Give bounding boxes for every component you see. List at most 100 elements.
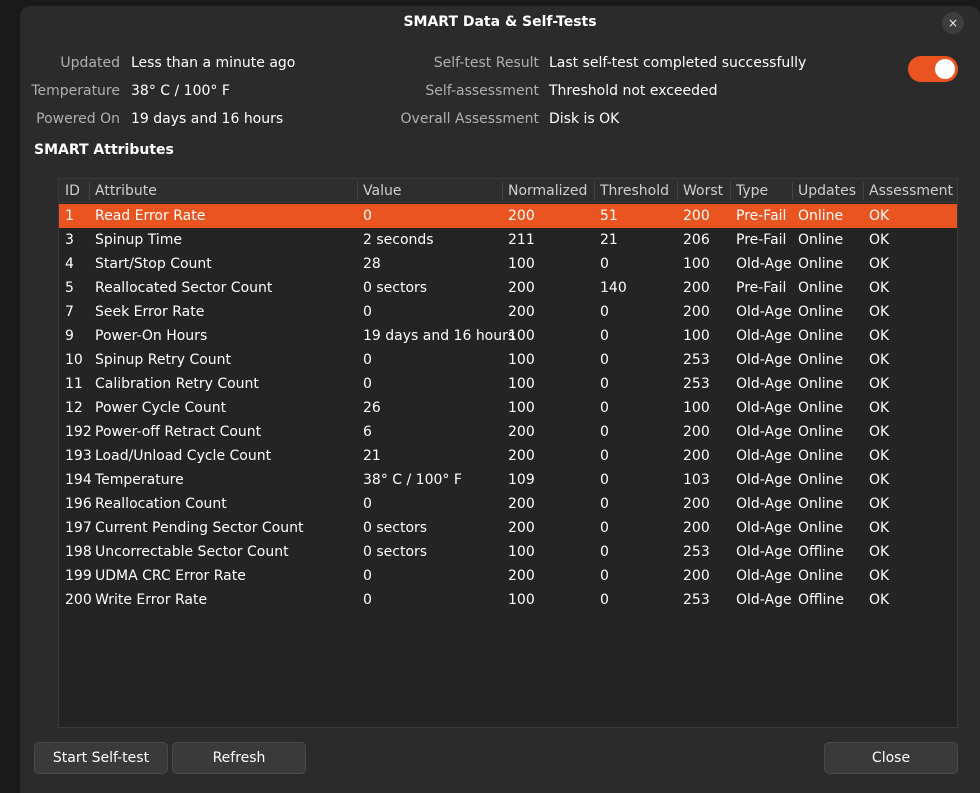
cell-worst: 200	[683, 496, 710, 512]
cell-normalized: 211	[508, 232, 535, 248]
cell-normalized: 200	[508, 520, 535, 536]
cell-assessment: OK	[869, 232, 890, 248]
table-row[interactable]: 197 Current Pending Sector Count 0 sectors…	[59, 516, 957, 540]
column-separator[interactable]	[792, 182, 793, 200]
column-separator[interactable]	[863, 182, 864, 200]
cell-worst: 200	[683, 208, 710, 224]
cell-type: Old-Age	[736, 544, 792, 560]
cell-type: Pre-Fail	[736, 208, 787, 224]
cell-id: 194	[65, 472, 92, 488]
table-row[interactable]: 5 Reallocated Sector Count 0 sectors 200 140…	[59, 276, 957, 300]
self-assessment-label: Self-assessment	[425, 83, 539, 99]
table-row[interactable]: 3 Spinup Time 2 seconds 211 21 206 Pre-Fail Onl…	[59, 228, 957, 252]
table-row[interactable]: 4 Start/Stop Count 28 100 0 100 Old-Age Online O…	[59, 252, 957, 276]
table-header: ID Attribute Value Normalized Threshold Worst…	[59, 179, 957, 203]
cell-id: 4	[65, 256, 74, 272]
cell-normalized: 100	[508, 376, 535, 392]
column-separator[interactable]	[357, 182, 358, 200]
cell-attribute: Spinup Retry Count	[95, 352, 232, 368]
cell-value: 0	[363, 592, 372, 608]
table-row[interactable]: 199 UDMA CRC Error Rate 0 200 0 200 Old-Age Onl…	[59, 564, 957, 588]
column-header-assessment[interactable]: Assessment	[869, 179, 953, 203]
cell-attribute: Power-On Hours	[95, 328, 208, 344]
column-header-type[interactable]: Type	[736, 179, 768, 203]
column-separator[interactable]	[89, 182, 90, 200]
table-row[interactable]: 193 Load/Unload Cycle Count 21 200 0 200 Old-A…	[59, 444, 957, 468]
table-row[interactable]: 200 Write Error Rate 0 100 0 253 Old-Age Offlin…	[59, 588, 957, 612]
cell-assessment: OK	[869, 256, 890, 272]
cell-threshold: 0	[600, 568, 609, 584]
table-row[interactable]: 196 Reallocation Count 0 200 0 200 Old-Age Onli…	[59, 492, 957, 516]
column-header-updates[interactable]: Updates	[798, 179, 856, 203]
table-row[interactable]: 198 Uncorrectable Sector Count 0 sectors 10…	[59, 540, 957, 564]
cell-id: 9	[65, 328, 74, 344]
close-icon[interactable]: ×	[942, 12, 964, 34]
column-header-id[interactable]: ID	[65, 179, 80, 203]
column-separator[interactable]	[594, 182, 595, 200]
cell-normalized: 109	[508, 472, 535, 488]
table-row[interactable]: 7 Seek Error Rate 0 200 0 200 Old-Age Online OK	[59, 300, 957, 324]
table-row[interactable]: 10 Spinup Retry Count 0 100 0 253 Old-Age Onlin…	[59, 348, 957, 372]
cell-worst: 200	[683, 520, 710, 536]
column-header-threshold[interactable]: Threshold	[600, 179, 669, 203]
cell-type: Old-Age	[736, 568, 792, 584]
cell-value: 0	[363, 208, 372, 224]
column-header-attribute[interactable]: Attribute	[95, 179, 157, 203]
smart-enable-toggle[interactable]	[908, 56, 958, 82]
cell-type: Pre-Fail	[736, 280, 787, 296]
cell-type: Old-Age	[736, 256, 792, 272]
cell-threshold: 0	[600, 520, 609, 536]
cell-assessment: OK	[869, 472, 890, 488]
cell-threshold: 0	[600, 544, 609, 560]
column-header-value[interactable]: Value	[363, 179, 401, 203]
cell-value: 2 seconds	[363, 232, 434, 248]
overall-assessment-value: Disk is OK	[549, 111, 620, 127]
cell-updates: Online	[798, 256, 844, 272]
column-header-worst[interactable]: Worst	[683, 179, 723, 203]
cell-threshold: 0	[600, 496, 609, 512]
cell-id: 198	[65, 544, 92, 560]
self-assessment-value: Threshold not exceeded	[549, 83, 718, 99]
cell-assessment: OK	[869, 496, 890, 512]
cell-id: 3	[65, 232, 74, 248]
cell-updates: Online	[798, 232, 844, 248]
cell-assessment: OK	[869, 448, 890, 464]
smart-attributes-table[interactable]: ID Attribute Value Normalized Threshold Worst…	[58, 178, 958, 728]
cell-type: Old-Age	[736, 472, 792, 488]
table-row[interactable]: 1 Read Error Rate 0 200 51 200 Pre-Fail Online O…	[59, 204, 957, 228]
cell-worst: 200	[683, 304, 710, 320]
column-separator[interactable]	[730, 182, 731, 200]
smart-dialog: SMART Data & Self-Tests × Updated Less t…	[20, 6, 980, 793]
cell-threshold: 0	[600, 424, 609, 440]
table-row[interactable]: 9 Power-On Hours 19 days and 16 hours 100 0 1…	[59, 324, 957, 348]
column-header-normalized[interactable]: Normalized	[508, 179, 587, 203]
refresh-button[interactable]: Refresh	[172, 742, 306, 774]
cell-worst: 253	[683, 376, 710, 392]
cell-attribute: Spinup Time	[95, 232, 183, 248]
start-self-test-button[interactable]: Start Self-test	[34, 742, 168, 774]
close-button[interactable]: Close	[824, 742, 958, 774]
cell-type: Pre-Fail	[736, 232, 787, 248]
cell-threshold: 0	[600, 448, 609, 464]
cell-id: 5	[65, 280, 74, 296]
cell-threshold: 140	[600, 280, 627, 296]
table-row[interactable]: 192 Power-off Retract Count 6 200 0 200 Old-Ag…	[59, 420, 957, 444]
cell-attribute: Read Error Rate	[95, 208, 206, 224]
table-row[interactable]: 194 Temperature 38° C / 100° F 109 0 103 Old-A…	[59, 468, 957, 492]
column-separator[interactable]	[677, 182, 678, 200]
cell-attribute: Reallocated Sector Count	[95, 280, 273, 296]
table-row[interactable]: 11 Calibration Retry Count 0 100 0 253 Old-Age…	[59, 372, 957, 396]
table-row[interactable]: 12 Power Cycle Count 26 100 0 100 Old-Age Onlin…	[59, 396, 957, 420]
cell-assessment: OK	[869, 376, 890, 392]
cell-attribute: Uncorrectable Sector Count	[95, 544, 289, 560]
cell-normalized: 100	[508, 592, 535, 608]
cell-type: Old-Age	[736, 304, 792, 320]
cell-value: 28	[363, 256, 381, 272]
cell-attribute: Write Error Rate	[95, 592, 208, 608]
cell-updates: Online	[798, 400, 844, 416]
cell-worst: 200	[683, 568, 710, 584]
cell-threshold: 51	[600, 208, 618, 224]
cell-normalized: 200	[508, 448, 535, 464]
column-separator[interactable]	[502, 182, 503, 200]
dialog-title: SMART Data & Self-Tests	[403, 14, 597, 30]
